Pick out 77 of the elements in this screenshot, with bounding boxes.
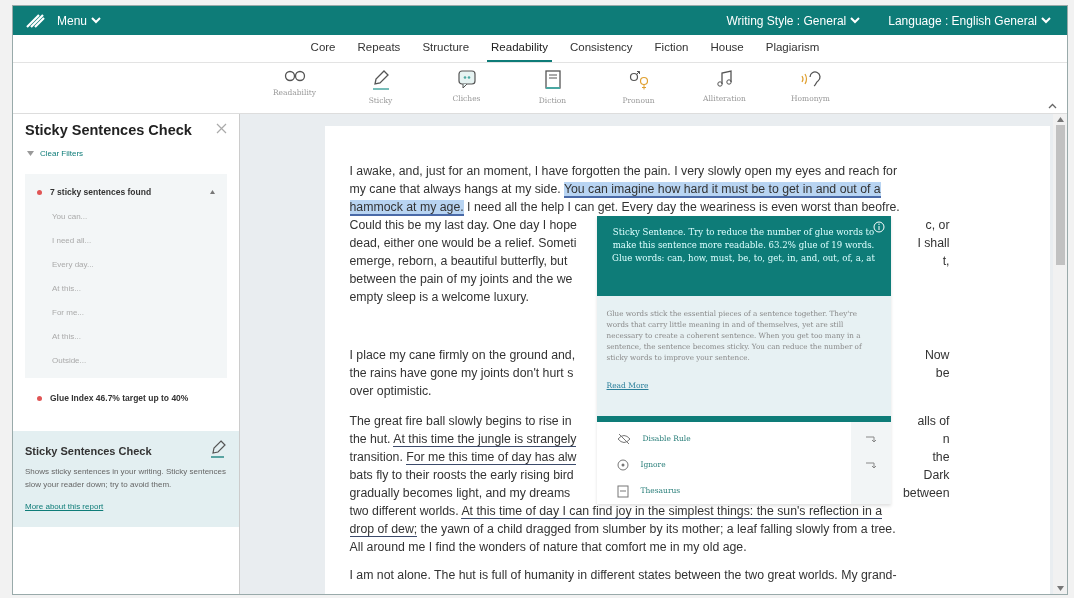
book-icon — [542, 69, 563, 92]
pencil-icon — [209, 438, 227, 459]
document-text: I am not alone. The hut is full of humanity in different states between the two great worlds. My grand- — [349, 568, 897, 582]
tab[interactable]: Consistency — [565, 35, 637, 62]
document-text: the rains have gone my joints don't hurt s — [349, 366, 574, 380]
document-text: alls of — [917, 414, 950, 428]
document-text: I need all the help I can get. Every day the weariness is even worst than beofre. — [466, 200, 900, 214]
document-text: t, — [942, 254, 950, 268]
document-text: my cane that always hangs at my side. — [349, 182, 562, 196]
document-text: Dark — [923, 468, 950, 482]
document-text: over optimistic. — [349, 384, 432, 398]
tab[interactable]: Core — [306, 35, 340, 62]
document-text: emerge, reborn, a beautiful butterfly, but — [349, 254, 568, 268]
caret-up-icon[interactable] — [210, 189, 215, 194]
chevron-icon — [1041, 17, 1051, 24]
sticky-sentence[interactable]: For me this time of day has alw — [406, 450, 577, 465]
card-title: Sticky Sentences Check — [25, 443, 152, 459]
scroll-down-icon[interactable] — [1056, 586, 1064, 591]
pencil-icon — [370, 69, 391, 92]
document-text: transition. — [349, 450, 404, 464]
writing-style-dropdown[interactable]: Writing Style : General — [726, 11, 861, 30]
document-text: the hut. — [349, 432, 392, 446]
chevron-icon — [91, 17, 102, 24]
glasses-icon — [283, 69, 306, 84]
menu-button[interactable]: Menu — [57, 11, 102, 30]
document-text: The great fire ball slowly begins to rise in — [349, 414, 572, 428]
tab[interactable]: Fiction — [650, 35, 693, 62]
circle-icon — [616, 459, 629, 471]
filter-item[interactable]: 7 sticky sentences found — [50, 185, 202, 199]
clear-filters-link[interactable]: Clear Filters — [27, 147, 239, 160]
speech-bubble-icon — [456, 69, 477, 90]
tab[interactable]: Repeats — [353, 35, 405, 62]
popup-message: Sticky Sentence. Try to reduce the number of glue words to make this sentence more readable. 63.2% glue of 19 words. Glue words: can, how, must, be, to, get, in, and, out, of, a, at — [611, 226, 876, 265]
collapse-icon[interactable] — [1048, 103, 1057, 109]
feather-logo-icon — [25, 13, 45, 28]
document-text: I shall — [917, 236, 950, 250]
document-text: between — [903, 486, 950, 500]
info-icon[interactable] — [872, 221, 885, 233]
document-text: empty sleep is a welcome luxury. — [349, 290, 529, 304]
scrollbar-thumb[interactable] — [1055, 125, 1065, 265]
document-text: n — [942, 432, 950, 446]
arrow-icon[interactable] — [865, 435, 876, 443]
tab[interactable]: Readability — [487, 35, 552, 62]
scroll-up-icon[interactable] — [1056, 117, 1064, 122]
document-text: All around me I find the wonders of nature that comfort me in my old age. — [349, 540, 747, 554]
filter-icon — [27, 150, 34, 157]
language-dropdown[interactable]: Language : English General — [888, 11, 1051, 30]
eye-off-icon — [616, 433, 631, 445]
document-text: Now — [924, 348, 950, 362]
document-text: bats fly to their roosts the early rising bird — [349, 468, 574, 482]
document-text: the yawn of a child dragged from slumber by its mother; a leaf falling slowly from a tree. — [419, 522, 896, 536]
document-text: gradually becomes light, and my dreams — [349, 486, 571, 500]
document-text: I place my cane firmly on the ground and, — [349, 348, 576, 362]
document-text: be — [935, 366, 950, 380]
document-text: Could this be my last day. One day I hope — [349, 218, 577, 232]
tab[interactable]: Plagiarism — [761, 35, 824, 62]
document-text: I awake, and, just for an moment, I have forgotten the pain. I very slowly open my eyes and reach for — [349, 164, 897, 178]
document-text: c, or — [925, 218, 950, 232]
report-link[interactable]: More about this report — [25, 501, 227, 514]
arrow-icon[interactable] — [865, 461, 876, 469]
panel-title: Sticky Sentences Check — [25, 121, 192, 140]
close-icon[interactable] — [216, 123, 227, 134]
sticky-sentence[interactable]: You can imagine how hard it must be to get in and out of a — [563, 182, 881, 198]
chevron-icon — [850, 17, 861, 24]
sticky-sentence[interactable]: hammock at my age. — [349, 200, 464, 216]
book-icon — [616, 484, 629, 498]
sticky-sentence[interactable]: At this time the jungle is strangely — [393, 432, 577, 447]
document-text: the — [932, 450, 950, 464]
document-text: two different worlds. — [349, 504, 460, 518]
sticky-sentence[interactable]: drop of dew; — [349, 522, 418, 537]
tab[interactable]: House — [706, 35, 748, 62]
document-text: dead, either one would be a relief. Someti — [349, 236, 577, 250]
card-description: Shows sticky sentences in your writing. Sticky sentences slow your reader down; try to avoid them. — [25, 466, 227, 492]
tab[interactable]: Structure — [418, 35, 474, 62]
document-text: between the pain of my joints and the we — [349, 272, 573, 286]
music-note-icon — [714, 69, 735, 90]
filter-item[interactable]: Glue Index 46.7% target up to 40% — [50, 391, 215, 405]
